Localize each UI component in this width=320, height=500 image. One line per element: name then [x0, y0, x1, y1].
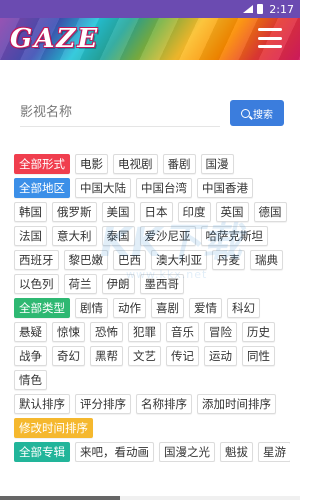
search-icon — [241, 108, 250, 118]
search-row: 搜索 — [0, 60, 300, 138]
chip-sort-active[interactable]: 修改时间排序 — [14, 418, 93, 438]
chip-region[interactable]: 丹麦 — [212, 250, 245, 270]
chip-region[interactable]: 泰国 — [101, 226, 135, 246]
chip-genre[interactable]: 运动 — [204, 346, 237, 366]
chip-region[interactable]: 以色列 — [14, 274, 59, 294]
chip-region[interactable]: 西班牙 — [14, 250, 59, 270]
chip-region[interactable]: 瑞典 — [250, 250, 283, 270]
search-button-label: 搜索 — [253, 109, 273, 121]
chip-region[interactable]: 爱沙尼亚 — [139, 226, 196, 246]
chip-genre[interactable]: 科幻 — [227, 298, 260, 318]
app-header: GAZE — [0, 18, 300, 60]
menu-button[interactable] — [258, 28, 282, 48]
chip-genre[interactable]: 同性 — [242, 346, 275, 366]
chip-form[interactable]: 国漫 — [200, 154, 234, 174]
chip-genre[interactable]: 黑帮 — [90, 346, 123, 366]
chip-genre[interactable]: 冒险 — [204, 322, 237, 342]
horizontal-scrollbar[interactable] — [0, 496, 300, 500]
filter-group-region: 全部地区 中国大陆 中国台湾 中国香港 韩国 俄罗斯 美国 日本 印度 英国 德… — [14, 178, 290, 294]
chip-genre[interactable]: 犯罪 — [128, 322, 161, 342]
search-button[interactable]: 搜索 — [230, 100, 284, 126]
chip-sort[interactable]: 默认排序 — [14, 394, 70, 414]
chip-genre[interactable]: 战争 — [14, 346, 47, 366]
chip-genre[interactable]: 恐怖 — [90, 322, 123, 342]
menu-icon-line — [258, 28, 282, 31]
chip-genre[interactable]: 历史 — [242, 322, 275, 342]
chip-sort[interactable]: 名称排序 — [136, 394, 192, 414]
chip-region[interactable]: 伊朗 — [101, 274, 135, 294]
chip-genre[interactable]: 文艺 — [128, 346, 161, 366]
menu-icon-line — [258, 36, 282, 40]
chip-region[interactable]: 墨西哥 — [139, 274, 184, 294]
chip-region-all[interactable]: 全部地区 — [14, 178, 70, 198]
status-bar: 2:17 — [0, 0, 300, 18]
chip-sort[interactable]: 添加时间排序 — [197, 394, 276, 414]
filter-group-album: 全部专辑 来吧，看动画 国漫之光 魁拔 星游 — [14, 442, 290, 462]
chip-region[interactable]: 俄罗斯 — [52, 202, 97, 222]
chip-form-all[interactable]: 全部形式 — [14, 154, 70, 174]
chip-form[interactable]: 电视剧 — [113, 154, 158, 174]
chip-album-all[interactable]: 全部专辑 — [14, 442, 70, 462]
chip-region[interactable]: 英国 — [215, 202, 249, 222]
chip-genre[interactable]: 剧情 — [75, 298, 108, 318]
menu-icon-line — [258, 45, 282, 48]
battery-icon — [257, 4, 264, 14]
filter-panel: 全部形式 电影 电视剧 番剧 国漫 全部地区 中国大陆 中国台湾 中国香港 韩国… — [0, 138, 300, 462]
chip-form[interactable]: 番剧 — [162, 154, 196, 174]
chip-region[interactable]: 中国香港 — [197, 178, 253, 198]
chip-region[interactable]: 荷兰 — [63, 274, 97, 294]
search-input[interactable] — [20, 99, 220, 127]
status-icons — [243, 4, 264, 14]
chip-region[interactable]: 哈萨克斯坦 — [200, 226, 268, 246]
chip-genre[interactable]: 音乐 — [166, 322, 199, 342]
chip-region[interactable]: 黎巴嫩 — [63, 250, 108, 270]
chip-genre[interactable]: 爱情 — [189, 298, 222, 318]
chip-region[interactable]: 中国大陆 — [75, 178, 131, 198]
chip-genre[interactable]: 传记 — [166, 346, 199, 366]
chip-region[interactable]: 德国 — [253, 202, 287, 222]
chip-region[interactable]: 意大利 — [52, 226, 97, 246]
chip-sort[interactable]: 评分排序 — [75, 394, 131, 414]
filter-group-sort: 默认排序 评分排序 名称排序 添加时间排序 修改时间排序 — [14, 394, 290, 438]
chip-genre[interactable]: 奇幻 — [52, 346, 85, 366]
chip-album[interactable]: 国漫之光 — [159, 442, 215, 462]
chip-region[interactable]: 日本 — [139, 202, 173, 222]
chip-region[interactable]: 韩国 — [14, 202, 47, 222]
chip-region[interactable]: 巴西 — [113, 250, 146, 270]
chip-form[interactable]: 电影 — [75, 154, 108, 174]
chip-genre[interactable]: 悬疑 — [14, 322, 47, 342]
scrollbar-thumb[interactable] — [0, 496, 120, 500]
chip-region[interactable]: 印度 — [177, 202, 211, 222]
chip-region[interactable]: 美国 — [101, 202, 135, 222]
chip-region[interactable]: 中国台湾 — [136, 178, 192, 198]
chip-album[interactable]: 来吧，看动画 — [75, 442, 154, 462]
filter-group-form: 全部形式 电影 电视剧 番剧 国漫 — [14, 154, 290, 174]
chip-genre-all[interactable]: 全部类型 — [14, 298, 70, 318]
chip-album[interactable]: 魁拔 — [220, 442, 253, 462]
status-time: 2:17 — [269, 2, 294, 16]
app-logo: GAZE — [10, 24, 100, 54]
signal-icon — [243, 5, 254, 13]
chip-album[interactable]: 星游 — [258, 442, 290, 462]
chip-region[interactable]: 澳大利亚 — [151, 250, 207, 270]
chip-genre[interactable]: 喜剧 — [151, 298, 184, 318]
chip-genre[interactable]: 惊悚 — [52, 322, 85, 342]
filter-group-genre: 全部类型 剧情 动作 喜剧 爱情 科幻 悬疑 惊悚 恐怖 犯罪 音乐 冒险 历史… — [14, 298, 290, 390]
chip-genre[interactable]: 动作 — [113, 298, 146, 318]
chip-region[interactable]: 法国 — [14, 226, 47, 246]
chip-genre[interactable]: 情色 — [14, 370, 47, 390]
